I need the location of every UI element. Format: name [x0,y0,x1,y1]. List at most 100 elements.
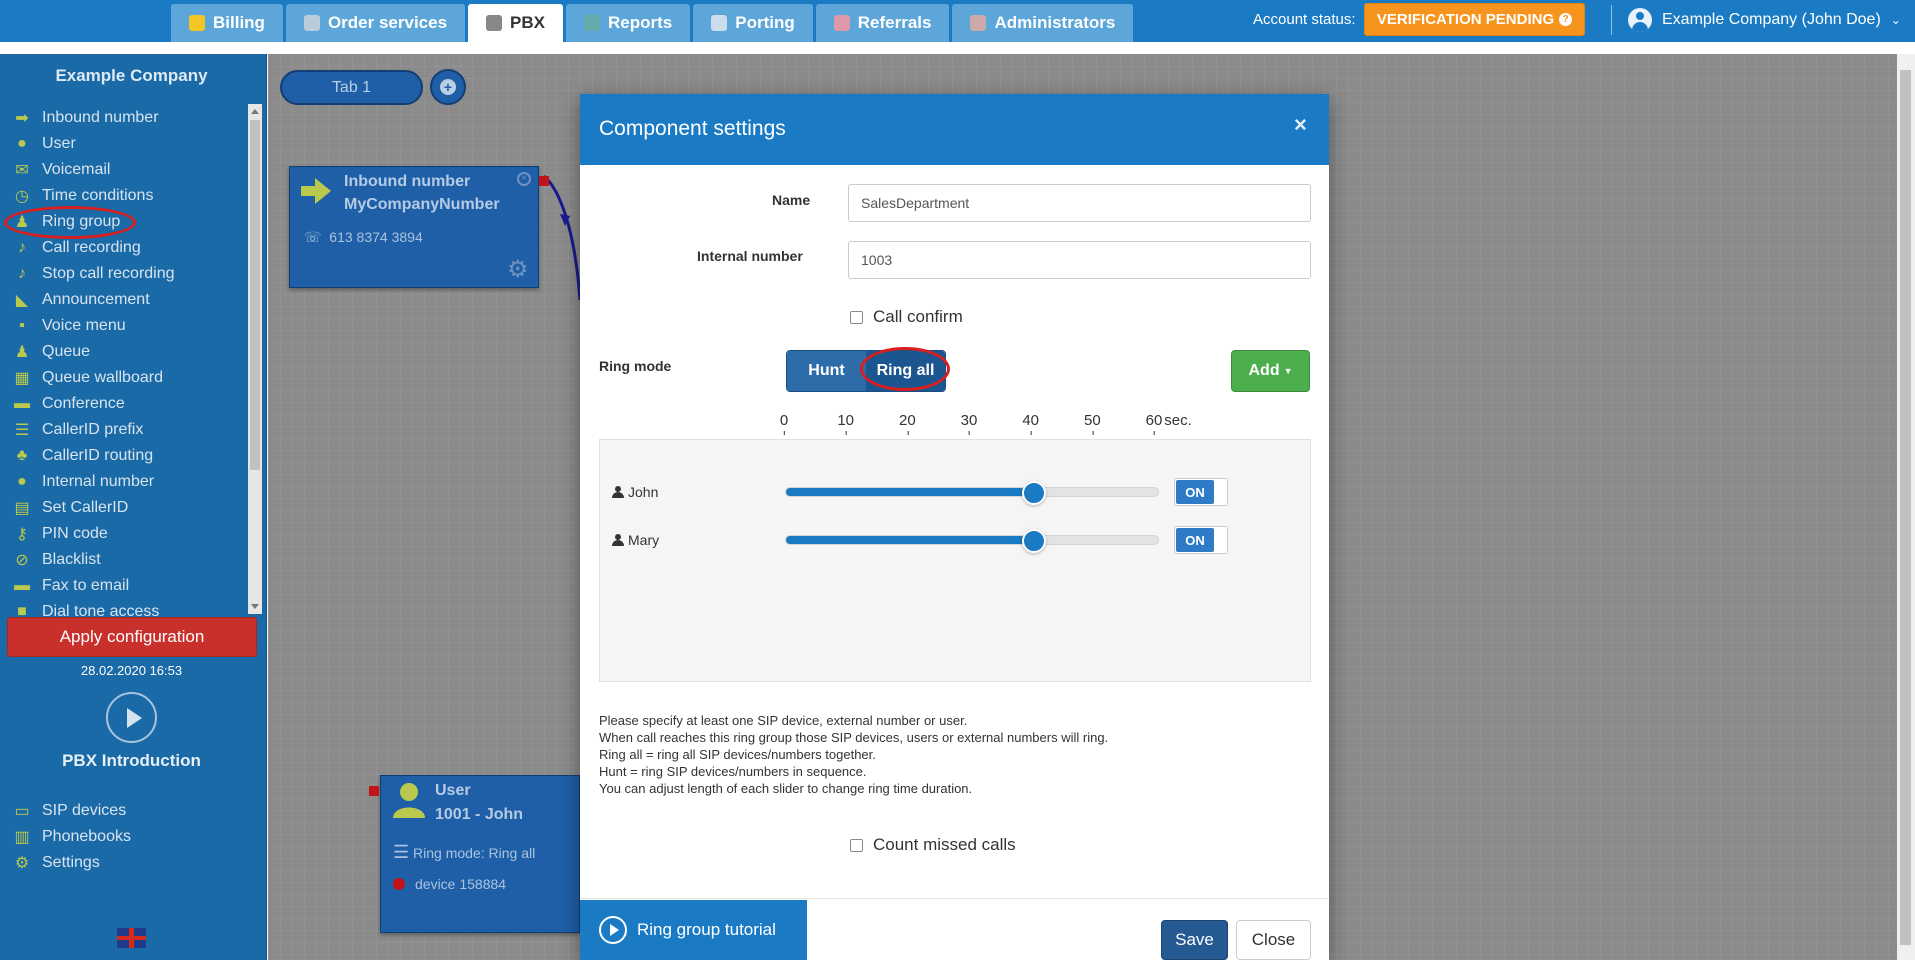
user-menu[interactable]: Example Company (John Doe) ⌄ [1628,7,1901,33]
tab-referrals[interactable]: Referrals [815,4,950,42]
ring-time-slider[interactable] [785,529,1159,553]
item-label: CallerID prefix [42,421,144,438]
add-member-button[interactable]: Add ▼ [1231,350,1310,392]
node-phone: ☏ 613 8374 3894 [304,229,423,246]
tab-order-services[interactable]: Order services [285,4,466,42]
name-field[interactable] [848,184,1311,222]
sidebar-item-pin-code[interactable]: ⚷ PIN code [12,521,247,547]
tab-administrators[interactable]: Administrators [952,4,1134,42]
lock-icon: ■ [17,603,27,617]
slider-handle[interactable] [1022,481,1046,505]
tab-label: Referrals [857,13,932,32]
avatar-icon [1628,8,1652,32]
node-type: Inbound number [344,173,471,190]
close-button[interactable]: Close [1236,920,1311,960]
sidebar-item-call-recording[interactable]: ♪ Call recording [12,235,247,261]
list-icon: ☰ [14,422,30,439]
tab-pbx[interactable]: PBX [468,4,564,42]
sidebar-item-user[interactable]: ● User [12,131,247,157]
phone-number: 613 8374 3894 [329,229,423,245]
megaphone-icon: ◣ [15,292,29,309]
sidebar-item-conference[interactable]: ▬ Conference [12,391,247,417]
scroll-up-icon[interactable] [251,109,259,114]
coins-icon [189,15,205,31]
clock-icon: ◷ [15,188,29,205]
close-icon[interactable]: × [517,172,531,186]
checkbox[interactable] [850,310,863,324]
sidebar-item-blacklist[interactable]: ⊘ Blacklist [12,547,247,573]
hunt-button[interactable]: Hunt [787,351,866,391]
sidebar-item-announcement[interactable]: ◣ Announcement [12,287,247,313]
sidebar-item-voicemail[interactable]: ✉ Voicemail [12,157,247,183]
sidebar-item-time-conditions[interactable]: ◷ Time conditions [12,183,247,209]
count-missed-calls-checkbox[interactable]: Count missed calls [850,835,1016,855]
slider-fill [786,536,1034,544]
ring-group-highlight [4,206,136,239]
ban-icon: ⊘ [15,552,29,569]
call-confirm-checkbox[interactable]: Call confirm [850,307,963,327]
apply-configuration-button[interactable]: Apply configuration [7,617,257,657]
item-label: Voicemail [42,161,111,178]
sidebar-item-callerid-prefix[interactable]: ☰ CallerID prefix [12,417,247,443]
save-button[interactable]: Save [1161,920,1228,960]
add-tab-button[interactable] [430,69,466,105]
play-icon [599,916,627,944]
tab-label: PBX [510,13,546,32]
sidebar-item-callerid-routing[interactable]: ♣ CallerID routing [12,443,247,469]
sidebar-item-voice-menu[interactable]: ▪ Voice menu [12,313,247,339]
sidebar-scrollbar[interactable] [248,104,262,614]
tab-reports[interactable]: Reports [566,4,691,42]
member-name: John [612,484,658,500]
member-toggle[interactable]: ON [1174,478,1228,506]
item-label: Dial tone access [42,603,160,617]
scrollbar-thumb[interactable] [250,120,260,470]
uk-flag-icon[interactable] [117,928,146,948]
item-label: Set CallerID [42,499,129,516]
checkbox[interactable] [850,838,863,852]
canvas-tab[interactable]: Tab 1 [280,70,423,105]
sidebar-item-inbound-number[interactable]: ➡ Inbound number [12,105,247,131]
member-toggle[interactable]: ON [1174,526,1228,554]
page-scrollbar[interactable] [1897,54,1915,960]
ring-time-slider[interactable] [785,481,1159,505]
input-port[interactable] [369,786,379,796]
ring-group-tutorial-button[interactable]: Ring group tutorial [580,900,807,960]
scrollbar-thumb[interactable] [1900,70,1911,945]
sidebar-link-sip-devices[interactable]: ▭ SIP devices [12,798,242,824]
scale-tick: 60 [1145,412,1163,435]
name-label: Name [772,192,811,208]
tab-billing[interactable]: Billing [171,4,283,42]
play-icon[interactable] [106,692,157,743]
user-node[interactable]: User 1001 - John ☰ Ring mode: Ring all d… [380,775,580,933]
gear-icon[interactable]: ⚙ [507,255,529,284]
key-icon: ⚷ [16,526,28,543]
sidebar-item-queue[interactable]: ♟ Queue [12,339,247,365]
scroll-down-icon[interactable] [251,604,259,609]
sidebar-item-internal-number[interactable]: ● Internal number [12,469,247,495]
pbx-introduction-link[interactable]: PBX Introduction [0,751,263,771]
sidebar-item-stop-call-recording[interactable]: ♪ Stop call recording [12,261,247,287]
sidebar-item-queue-wallboard[interactable]: ▦ Queue wallboard [12,365,247,391]
sidebar-item-set-callerid[interactable]: ▤ Set CallerID [12,495,247,521]
item-label: Fax to email [42,577,130,594]
internal-number-label: Internal number [697,248,803,264]
modal-footer-divider [580,898,1329,899]
sidebar-link-phonebooks[interactable]: ▥ Phonebooks [12,824,242,850]
modal-title: Component settings [599,117,786,140]
component-list[interactable]: ➡ Inbound number ● User ✉ Voicemail ◷ Time cond… [12,105,247,617]
tab-porting[interactable]: Porting [693,4,813,42]
sidebar-item-fax-to-email[interactable]: ▬ Fax to email [12,573,247,599]
inbound-number-node[interactable]: Inbound number MyCompanyNumber ☏ 613 837… [289,166,539,288]
verification-status-button[interactable]: VERIFICATION PENDING ? [1364,3,1585,36]
sidebar-link-settings[interactable]: ⚙ Settings [12,850,242,876]
account-status-label: Account status: [1253,11,1356,28]
internal-number-field[interactable] [848,241,1311,279]
help-line: When call reaches this ring group those … [599,730,1109,745]
close-icon[interactable]: × [1294,112,1307,138]
sidebar-item-dial-tone-access[interactable]: ■ Dial tone access [12,599,247,617]
tab-label: Porting [735,13,795,32]
output-port[interactable] [539,176,549,186]
slider-handle[interactable] [1022,529,1046,553]
member-label: John [628,484,659,500]
hierarchy-icon: ☰ [393,842,410,862]
